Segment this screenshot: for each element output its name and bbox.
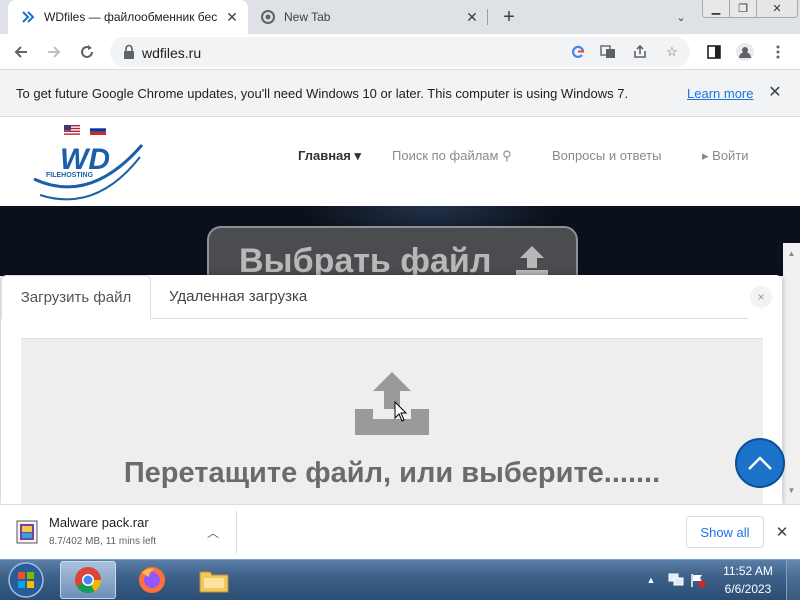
choose-file-label: Выбрать файл xyxy=(239,242,492,276)
chrome-icon xyxy=(75,567,102,594)
scroll-up-icon[interactable]: ▲ xyxy=(783,247,800,259)
screen: WDfiles — файлообменник бес ✕ New Tab ✕ … xyxy=(0,0,800,600)
show-all-button[interactable]: Show all xyxy=(686,516,764,548)
google-lens-icon[interactable] xyxy=(568,43,588,61)
choose-file-button[interactable]: Выбрать файл xyxy=(207,226,578,276)
translate-icon[interactable] xyxy=(598,43,618,61)
mouse-cursor-icon xyxy=(394,401,408,422)
scroll-down-icon[interactable]: ▼ xyxy=(783,484,800,496)
lock-icon xyxy=(124,44,134,59)
tab-strip: WDfiles — файлообменник бес ✕ New Tab ✕ … xyxy=(0,0,800,34)
chevron-up-icon xyxy=(748,456,772,470)
download-bar: Malware pack.rar 8.7/402 MB, 11 mins lef… xyxy=(0,504,800,559)
nav-faq-link[interactable]: Вопросы и ответы xyxy=(552,148,661,163)
rar-file-icon xyxy=(16,520,38,544)
address-bar[interactable]: wdfiles.ru ☆ xyxy=(110,37,690,67)
search-icon: ⚲ xyxy=(502,148,512,163)
network-icon[interactable] xyxy=(668,573,684,587)
chevron-up-icon[interactable]: ︿ xyxy=(203,522,223,542)
tab-title: WDfiles — файлообменник бес xyxy=(44,10,218,24)
profile-icon[interactable] xyxy=(733,40,757,64)
nav-login-label: Войти xyxy=(712,148,749,163)
scroll-to-top-button[interactable] xyxy=(735,438,785,488)
bookmark-star-icon[interactable]: ☆ xyxy=(662,43,682,61)
infobar-text: To get future Google Chrome updates, you… xyxy=(16,86,629,101)
menu-icon[interactable] xyxy=(766,40,790,64)
download-separator xyxy=(236,511,237,554)
wdfiles-favicon-icon xyxy=(20,9,36,25)
upload-icon xyxy=(516,246,548,276)
tab-divider xyxy=(151,318,748,319)
restore-button[interactable]: ❐ xyxy=(729,0,757,18)
us-flag-icon[interactable] xyxy=(64,125,80,135)
plus-icon[interactable]: + xyxy=(498,6,520,28)
tab-upload-file[interactable]: Загрузить файл xyxy=(1,275,151,319)
windows-taskbar: ▲ 11:52 AM 6/6/2023 xyxy=(0,559,800,600)
show-desktop-button[interactable] xyxy=(786,560,800,600)
download-status: 8.7/402 MB, 11 mins left xyxy=(49,536,157,547)
file-explorer-icon xyxy=(199,571,229,593)
show-hidden-icons-icon[interactable]: ▲ xyxy=(646,575,656,585)
close-icon[interactable]: ✕ xyxy=(772,522,792,542)
forward-icon[interactable] xyxy=(42,40,66,64)
nav-login-link[interactable]: ▸ Войти xyxy=(702,148,749,164)
ru-flag-icon[interactable] xyxy=(90,125,106,135)
taskbar-file-explorer[interactable] xyxy=(186,561,242,599)
side-panel-icon[interactable] xyxy=(702,40,726,64)
chrome-favicon-icon xyxy=(260,9,276,25)
minimize-button[interactable]: ▁ xyxy=(702,0,730,18)
nav-search-link[interactable]: Поиск по файлам ⚲ xyxy=(392,148,512,164)
tab-remote-upload[interactable]: Удаленная загрузка xyxy=(151,275,331,318)
close-tab-icon[interactable]: ✕ xyxy=(462,7,482,27)
taskbar-chrome[interactable] xyxy=(60,561,116,599)
browser-toolbar: wdfiles.ru ☆ xyxy=(0,34,800,70)
logo-subtext: FILEHOSTING xyxy=(46,172,94,179)
tab-wdfiles[interactable]: WDfiles — файлообменник бес ✕ xyxy=(8,0,248,34)
clock-date[interactable]: 6/6/2023 xyxy=(718,582,778,596)
modal-close-button[interactable]: × xyxy=(750,286,772,308)
nav-home-link[interactable]: Главная ▾ xyxy=(298,148,361,164)
share-icon[interactable] xyxy=(630,43,650,61)
page-scrollbar[interactable]: ▲ ▼ xyxy=(783,243,800,504)
tab-separator xyxy=(487,9,488,25)
download-filename: Malware pack.rar xyxy=(49,515,149,530)
file-dropzone[interactable]: Перетащите файл, или выберите....... xyxy=(21,338,763,504)
wdfiles-logo[interactable]: WD FILEHOSTING xyxy=(30,135,145,203)
caret-right-icon: ▸ xyxy=(702,148,709,163)
chrome-update-infobar: To get future Google Chrome updates, you… xyxy=(0,70,800,117)
back-icon[interactable] xyxy=(9,40,33,64)
tab-new-tab[interactable]: New Tab ✕ xyxy=(248,0,488,34)
chevron-down-icon[interactable]: ⌄ xyxy=(672,8,690,26)
upload-modal: Загрузить файл Удаленная загрузка × Пере… xyxy=(1,275,782,504)
reload-icon[interactable] xyxy=(75,40,99,64)
clock-time[interactable]: 11:52 AM xyxy=(718,564,778,578)
close-window-button[interactable]: ✕ xyxy=(756,0,798,18)
action-center-flag-icon[interactable] xyxy=(690,573,706,588)
upload-tray-icon xyxy=(355,372,429,435)
nav-search-label: Поиск по файлам xyxy=(392,148,499,163)
learn-more-link[interactable]: Learn more xyxy=(687,86,753,101)
taskbar-firefox[interactable] xyxy=(124,561,180,599)
firefox-icon xyxy=(139,567,165,593)
url-text: wdfiles.ru xyxy=(142,45,202,61)
start-button[interactable] xyxy=(6,560,46,600)
tab-title: New Tab xyxy=(284,10,331,24)
site-header: WD FILEHOSTING Главная ▾ Поиск по файлам… xyxy=(0,117,800,206)
hero-banner: Выбрать файл xyxy=(0,206,800,276)
close-tab-icon[interactable]: ✕ xyxy=(222,7,242,27)
close-icon[interactable]: ✕ xyxy=(766,83,784,101)
dropzone-text: Перетащите файл, или выберите....... xyxy=(123,457,661,489)
